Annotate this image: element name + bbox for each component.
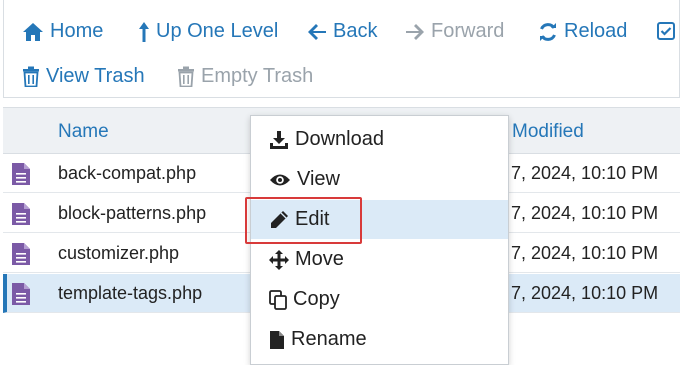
file-name: block-patterns.php — [58, 203, 207, 223]
menu-item-edit[interactable]: Edit — [251, 200, 508, 239]
reload-icon — [540, 22, 556, 41]
file-manager-toolbar: Home Up One Level Back Forward Reload Vi… — [3, 0, 680, 98]
empty-trash-label: Empty Trash — [201, 65, 314, 87]
menu-item-label: Rename — [291, 328, 367, 350]
reload-label: Reload — [564, 20, 628, 42]
file-name: customizer.php — [58, 243, 180, 263]
menu-item-label: Edit — [295, 208, 330, 230]
file-icon — [12, 283, 30, 305]
menu-item-download[interactable]: Download — [251, 120, 508, 159]
checkbox-icon — [657, 22, 675, 40]
view-trash-label: View Trash — [46, 65, 145, 87]
pencil-icon — [271, 210, 288, 228]
trash-icon — [23, 66, 39, 87]
reload-button[interactable]: Reload — [538, 20, 627, 43]
home-label: Home — [50, 20, 104, 42]
file-icon — [12, 203, 30, 225]
arrow-left-icon — [308, 23, 326, 40]
download-icon — [270, 130, 288, 149]
forward-button[interactable]: Forward — [405, 20, 504, 43]
file-rename-icon — [270, 330, 284, 349]
file-modified: 7, 2024, 10:10 PM — [511, 243, 659, 263]
menu-item-label: Copy — [293, 288, 340, 310]
arrow-up-icon — [139, 21, 149, 42]
menu-item-rename[interactable]: Rename — [251, 320, 508, 359]
column-header-name[interactable]: Name — [58, 121, 109, 143]
home-icon — [23, 22, 43, 41]
arrow-right-icon — [406, 23, 424, 40]
column-header-modified[interactable]: Modified — [512, 121, 584, 143]
menu-item-view[interactable]: View — [251, 160, 508, 199]
file-name: back-compat.php — [58, 163, 197, 183]
back-button[interactable]: Back — [307, 20, 377, 43]
move-arrows-icon — [269, 249, 289, 270]
file-name: template-tags.php — [58, 283, 203, 303]
eye-icon — [270, 174, 290, 185]
empty-trash-button[interactable]: Empty Trash — [177, 65, 313, 88]
up-one-level-button[interactable]: Up One Level — [138, 20, 278, 43]
forward-label: Forward — [431, 20, 505, 42]
back-label: Back — [333, 20, 378, 42]
file-icon — [12, 243, 30, 265]
context-menu: Download View Edit Move Copy Rename — [250, 115, 509, 365]
menu-item-label: Move — [295, 248, 344, 270]
file-modified: 7, 2024, 10:10 PM — [511, 283, 659, 303]
file-modified: 7, 2024, 10:10 PM — [511, 163, 659, 183]
menu-item-copy[interactable]: Copy — [251, 280, 508, 319]
copy-icon — [269, 289, 287, 310]
view-trash-button[interactable]: View Trash — [22, 65, 145, 88]
trash-icon — [178, 66, 194, 87]
up-one-level-label: Up One Level — [156, 20, 279, 42]
menu-item-move[interactable]: Move — [251, 240, 508, 279]
file-icon — [12, 163, 30, 185]
file-modified: 7, 2024, 10:10 PM — [511, 203, 659, 223]
menu-item-label: Download — [295, 128, 384, 150]
menu-item-label: View — [297, 168, 340, 190]
select-all-button[interactable] — [656, 21, 676, 41]
home-button[interactable]: Home — [22, 20, 103, 43]
